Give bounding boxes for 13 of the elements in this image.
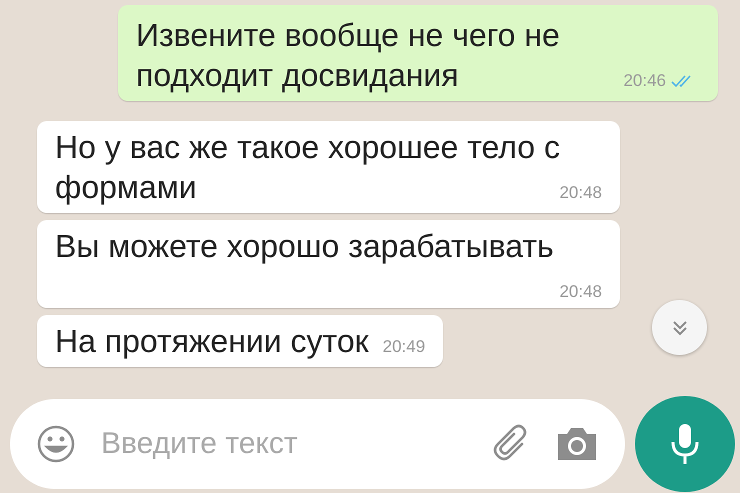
message-time: 20:48 xyxy=(559,183,602,203)
message-text: Но у вас же такое хорошее тело с формами xyxy=(55,129,560,205)
message-time: 20:46 xyxy=(623,71,666,91)
scroll-down-button[interactable] xyxy=(652,300,707,355)
message-text: Извените вообще не чего не подходит досвидания xyxy=(136,17,560,93)
microphone-icon xyxy=(670,422,700,466)
message-text: На протяжении суток xyxy=(55,323,369,359)
emoji-icon[interactable] xyxy=(35,423,77,465)
message-time: 20:48 xyxy=(559,282,602,302)
message-input-field[interactable]: Введите текст xyxy=(10,399,625,489)
message-input[interactable]: Введите текст xyxy=(99,426,470,462)
message-text: Вы можете хорошо зарабатывать xyxy=(55,228,554,264)
message-time: 20:49 xyxy=(382,337,426,357)
